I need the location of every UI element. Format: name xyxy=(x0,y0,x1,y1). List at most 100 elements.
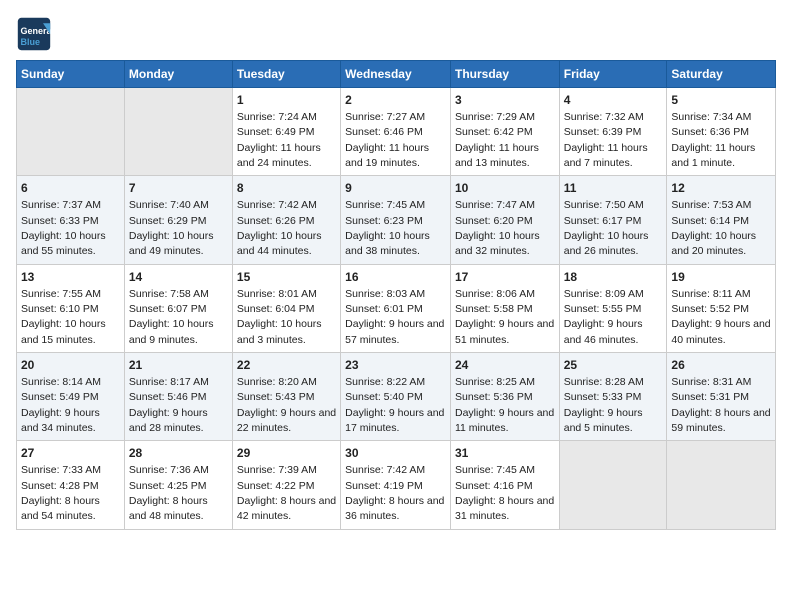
header-row: SundayMondayTuesdayWednesdayThursdayFrid… xyxy=(17,61,776,88)
day-number: 5 xyxy=(671,92,771,109)
day-number: 8 xyxy=(237,180,336,197)
day-number: 14 xyxy=(129,269,228,286)
day-number: 30 xyxy=(345,445,446,462)
day-number: 2 xyxy=(345,92,446,109)
calendar-body: 1 Sunrise: 7:24 AM Sunset: 6:49 PM Daylig… xyxy=(17,88,776,530)
day-info: Sunrise: 7:34 AM Sunset: 6:36 PM Dayligh… xyxy=(671,111,755,169)
day-info: Sunrise: 7:45 AM Sunset: 4:16 PM Dayligh… xyxy=(455,464,554,522)
day-cell xyxy=(667,441,776,529)
day-info: Sunrise: 8:06 AM Sunset: 5:58 PM Dayligh… xyxy=(455,288,554,346)
day-info: Sunrise: 7:47 AM Sunset: 6:20 PM Dayligh… xyxy=(455,199,540,257)
day-cell: 27 Sunrise: 7:33 AM Sunset: 4:28 PM Dayli… xyxy=(17,441,125,529)
logo-icon: General Blue xyxy=(16,16,52,52)
day-info: Sunrise: 7:33 AM Sunset: 4:28 PM Dayligh… xyxy=(21,464,101,522)
calendar-table: SundayMondayTuesdayWednesdayThursdayFrid… xyxy=(16,60,776,530)
day-info: Sunrise: 8:25 AM Sunset: 5:36 PM Dayligh… xyxy=(455,376,554,434)
day-info: Sunrise: 8:31 AM Sunset: 5:31 PM Dayligh… xyxy=(671,376,770,434)
page-header: General Blue xyxy=(16,16,776,52)
day-cell: 24 Sunrise: 8:25 AM Sunset: 5:36 PM Dayli… xyxy=(450,353,559,441)
day-cell: 9Sunrise: 7:45 AM Sunset: 6:23 PM Daylig… xyxy=(341,176,451,264)
day-cell: 7 Sunrise: 7:40 AM Sunset: 6:29 PM Daylig… xyxy=(124,176,232,264)
day-info: Sunrise: 7:40 AM Sunset: 6:29 PM Dayligh… xyxy=(129,199,214,257)
day-info: Sunrise: 8:22 AM Sunset: 5:40 PM Dayligh… xyxy=(345,376,444,434)
day-cell: 26 Sunrise: 8:31 AM Sunset: 5:31 PM Dayli… xyxy=(667,353,776,441)
day-number: 3 xyxy=(455,92,555,109)
day-cell: 10 Sunrise: 7:47 AM Sunset: 6:20 PM Dayli… xyxy=(450,176,559,264)
day-info: Sunrise: 8:17 AM Sunset: 5:46 PM Dayligh… xyxy=(129,376,209,434)
day-info: Sunrise: 7:24 AM Sunset: 6:49 PM Dayligh… xyxy=(237,111,321,169)
day-info: Sunrise: 7:50 AM Sunset: 6:17 PM Dayligh… xyxy=(564,199,649,257)
header-cell-wednesday: Wednesday xyxy=(341,61,451,88)
day-cell xyxy=(559,441,667,529)
day-cell: 20Sunrise: 8:14 AM Sunset: 5:49 PM Dayli… xyxy=(17,353,125,441)
day-number: 21 xyxy=(129,357,228,374)
day-cell: 12Sunrise: 7:53 AM Sunset: 6:14 PM Dayli… xyxy=(667,176,776,264)
day-number: 25 xyxy=(564,357,663,374)
day-cell: 21 Sunrise: 8:17 AM Sunset: 5:46 PM Dayli… xyxy=(124,353,232,441)
day-number: 7 xyxy=(129,180,228,197)
day-cell: 5 Sunrise: 7:34 AM Sunset: 6:36 PM Daylig… xyxy=(667,88,776,176)
day-number: 1 xyxy=(237,92,336,109)
header-cell-monday: Monday xyxy=(124,61,232,88)
day-info: Sunrise: 7:36 AM Sunset: 4:25 PM Dayligh… xyxy=(129,464,209,522)
day-info: Sunrise: 8:09 AM Sunset: 5:55 PM Dayligh… xyxy=(564,288,644,346)
day-cell: 30 Sunrise: 7:42 AM Sunset: 4:19 PM Dayli… xyxy=(341,441,451,529)
day-number: 6 xyxy=(21,180,120,197)
day-number: 19 xyxy=(671,269,771,286)
day-number: 11 xyxy=(564,180,663,197)
day-info: Sunrise: 7:58 AM Sunset: 6:07 PM Dayligh… xyxy=(129,288,214,346)
header-cell-thursday: Thursday xyxy=(450,61,559,88)
week-row-2: 6 Sunrise: 7:37 AM Sunset: 6:33 PM Daylig… xyxy=(17,176,776,264)
day-cell: 11 Sunrise: 7:50 AM Sunset: 6:17 PM Dayli… xyxy=(559,176,667,264)
day-cell: 28 Sunrise: 7:36 AM Sunset: 4:25 PM Dayli… xyxy=(124,441,232,529)
week-row-4: 20Sunrise: 8:14 AM Sunset: 5:49 PM Dayli… xyxy=(17,353,776,441)
header-cell-sunday: Sunday xyxy=(17,61,125,88)
day-number: 17 xyxy=(455,269,555,286)
day-info: Sunrise: 7:55 AM Sunset: 6:10 PM Dayligh… xyxy=(21,288,106,346)
day-number: 13 xyxy=(21,269,120,286)
day-info: Sunrise: 8:20 AM Sunset: 5:43 PM Dayligh… xyxy=(237,376,336,434)
day-cell: 17 Sunrise: 8:06 AM Sunset: 5:58 PM Dayli… xyxy=(450,264,559,352)
day-number: 27 xyxy=(21,445,120,462)
day-info: Sunrise: 7:27 AM Sunset: 6:46 PM Dayligh… xyxy=(345,111,429,169)
day-number: 26 xyxy=(671,357,771,374)
day-cell: 3 Sunrise: 7:29 AM Sunset: 6:42 PM Daylig… xyxy=(450,88,559,176)
day-cell: 18 Sunrise: 8:09 AM Sunset: 5:55 PM Dayli… xyxy=(559,264,667,352)
day-cell: 23Sunrise: 8:22 AM Sunset: 5:40 PM Dayli… xyxy=(341,353,451,441)
day-number: 12 xyxy=(671,180,771,197)
day-number: 20 xyxy=(21,357,120,374)
day-info: Sunrise: 8:28 AM Sunset: 5:33 PM Dayligh… xyxy=(564,376,644,434)
day-info: Sunrise: 7:29 AM Sunset: 6:42 PM Dayligh… xyxy=(455,111,539,169)
week-row-5: 27 Sunrise: 7:33 AM Sunset: 4:28 PM Dayli… xyxy=(17,441,776,529)
day-info: Sunrise: 7:32 AM Sunset: 6:39 PM Dayligh… xyxy=(564,111,648,169)
day-number: 24 xyxy=(455,357,555,374)
day-cell xyxy=(17,88,125,176)
day-number: 10 xyxy=(455,180,555,197)
day-cell: 2 Sunrise: 7:27 AM Sunset: 6:46 PM Daylig… xyxy=(341,88,451,176)
day-number: 28 xyxy=(129,445,228,462)
day-info: Sunrise: 7:37 AM Sunset: 6:33 PM Dayligh… xyxy=(21,199,106,257)
day-cell: 1 Sunrise: 7:24 AM Sunset: 6:49 PM Daylig… xyxy=(232,88,340,176)
day-number: 31 xyxy=(455,445,555,462)
calendar-header: SundayMondayTuesdayWednesdayThursdayFrid… xyxy=(17,61,776,88)
day-number: 15 xyxy=(237,269,336,286)
day-cell: 14 Sunrise: 7:58 AM Sunset: 6:07 PM Dayli… xyxy=(124,264,232,352)
header-cell-friday: Friday xyxy=(559,61,667,88)
day-info: Sunrise: 7:42 AM Sunset: 6:26 PM Dayligh… xyxy=(237,199,322,257)
day-cell: 25 Sunrise: 8:28 AM Sunset: 5:33 PM Dayli… xyxy=(559,353,667,441)
day-info: Sunrise: 7:42 AM Sunset: 4:19 PM Dayligh… xyxy=(345,464,444,522)
day-number: 18 xyxy=(564,269,663,286)
day-info: Sunrise: 7:45 AM Sunset: 6:23 PM Dayligh… xyxy=(345,199,430,257)
day-cell: 15Sunrise: 8:01 AM Sunset: 6:04 PM Dayli… xyxy=(232,264,340,352)
day-number: 22 xyxy=(237,357,336,374)
day-info: Sunrise: 8:03 AM Sunset: 6:01 PM Dayligh… xyxy=(345,288,444,346)
week-row-3: 13 Sunrise: 7:55 AM Sunset: 6:10 PM Dayli… xyxy=(17,264,776,352)
header-cell-saturday: Saturday xyxy=(667,61,776,88)
day-cell xyxy=(124,88,232,176)
day-cell: 31 Sunrise: 7:45 AM Sunset: 4:16 PM Dayli… xyxy=(450,441,559,529)
day-number: 4 xyxy=(564,92,663,109)
header-cell-tuesday: Tuesday xyxy=(232,61,340,88)
day-cell: 6 Sunrise: 7:37 AM Sunset: 6:33 PM Daylig… xyxy=(17,176,125,264)
day-cell: 4 Sunrise: 7:32 AM Sunset: 6:39 PM Daylig… xyxy=(559,88,667,176)
week-row-1: 1 Sunrise: 7:24 AM Sunset: 6:49 PM Daylig… xyxy=(17,88,776,176)
